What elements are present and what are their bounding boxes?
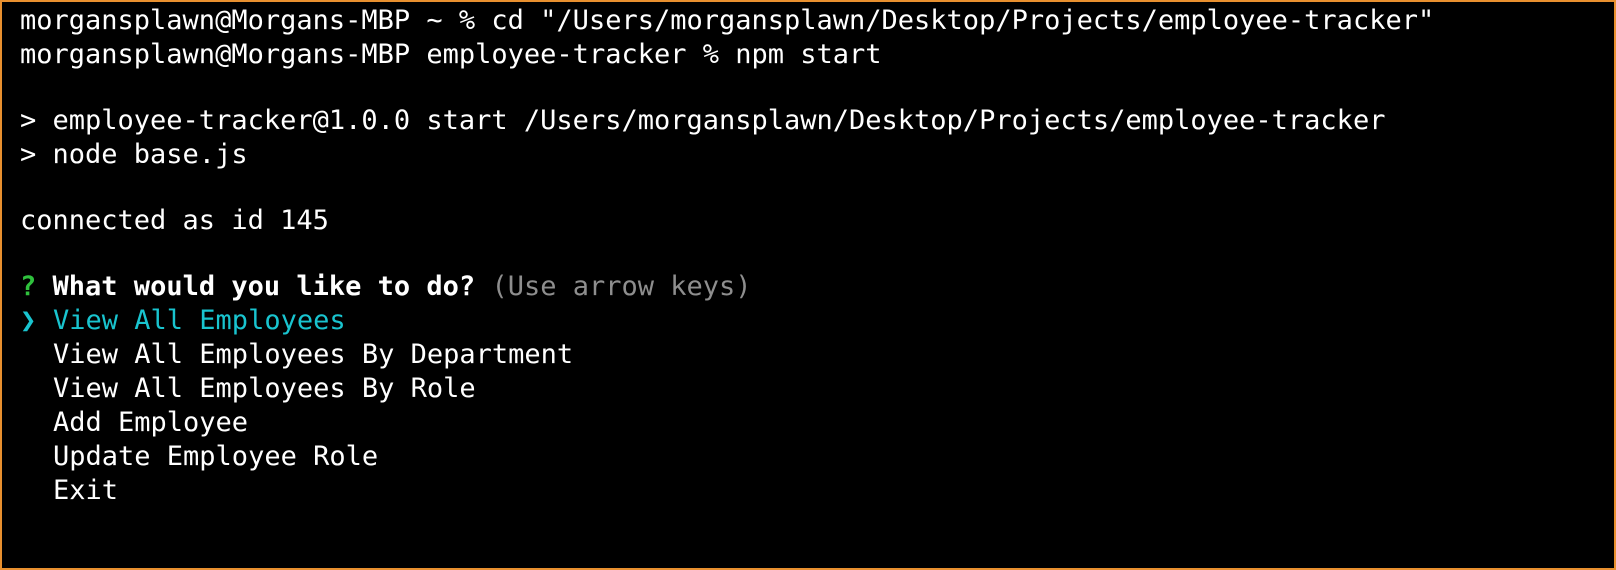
prompt-question-line: ? What would you like to do? (Use arrow …: [20, 270, 1614, 304]
prompt-hint: (Use arrow keys): [491, 271, 752, 302]
connection-status: connected as id 145: [20, 205, 329, 236]
menu-item-view-by-department[interactable]: View All Employees By Department: [20, 338, 1614, 372]
command-line-cd: morgansplawn@Morgans-MBP ~ % cd "/Users/…: [20, 5, 1435, 36]
menu-item-update-employee-role[interactable]: Update Employee Role: [20, 440, 1614, 474]
npm-script-line: > employee-tracker@1.0.0 start /Users/mo…: [20, 105, 1386, 136]
menu-item-label: Add Employee: [53, 407, 249, 438]
menu-item-label: View All Employees: [53, 305, 346, 336]
menu-item-label: View All Employees By Department: [53, 339, 574, 370]
prompt-question: What would you like to do?: [52, 271, 476, 302]
menu-item-view-all-employees[interactable]: ❯ View All Employees: [20, 304, 1614, 338]
terminal-window[interactable]: morgansplawn@Morgans-MBP ~ % cd "/Users/…: [0, 0, 1616, 570]
menu-item-exit[interactable]: Exit: [20, 474, 1614, 508]
npm-node-line: > node base.js: [20, 139, 248, 170]
menu-item-label: Update Employee Role: [53, 441, 379, 472]
menu-item-add-employee[interactable]: Add Employee: [20, 406, 1614, 440]
menu-item-label: View All Employees By Role: [53, 373, 476, 404]
menu-list: ❯ View All Employees View All Employees B…: [20, 304, 1614, 508]
chevron-right-icon: ❯: [20, 305, 37, 336]
command-line-npm-start: morgansplawn@Morgans-MBP employee-tracke…: [20, 39, 882, 70]
menu-item-view-by-role[interactable]: View All Employees By Role: [20, 372, 1614, 406]
question-mark-icon: ?: [20, 271, 37, 302]
menu-item-label: Exit: [53, 475, 119, 506]
